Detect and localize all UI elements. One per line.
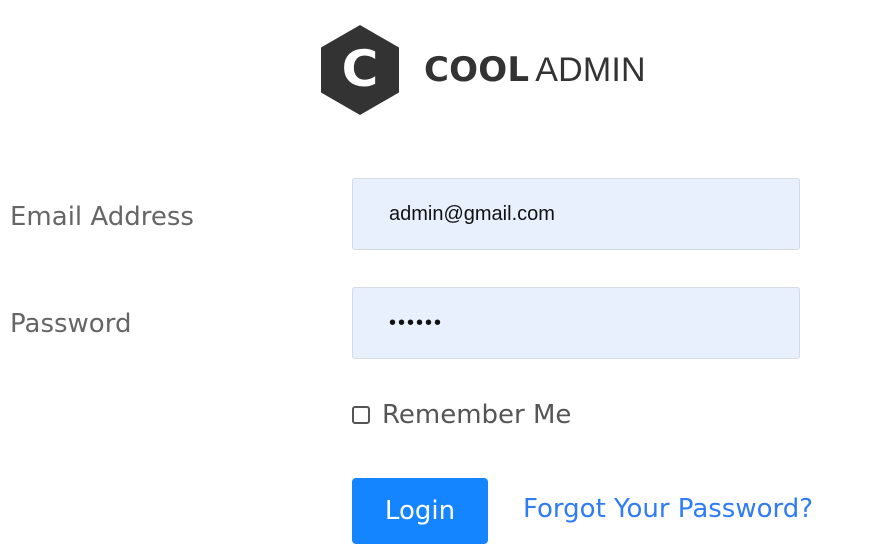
email-input[interactable] [352,178,800,250]
brand-name: COOL ADMIN [424,50,646,90]
password-label: Password [10,309,132,339]
brand-name-regular: ADMIN [535,51,646,89]
login-button[interactable]: Login [352,478,488,544]
remember-me-label: Remember Me [382,400,572,430]
brand-logo: C COOL ADMIN [310,20,646,120]
checkbox-icon[interactable] [352,406,370,424]
password-input[interactable] [352,287,800,359]
forgot-password-link[interactable]: Forgot Your Password? [523,496,813,522]
hexagon-c-logo-icon: C [310,20,410,120]
brand-name-bold: COOL [424,50,530,90]
email-label: Email Address [10,202,194,232]
logo-letter: C [342,40,379,98]
remember-me-row[interactable]: Remember Me [352,400,571,430]
